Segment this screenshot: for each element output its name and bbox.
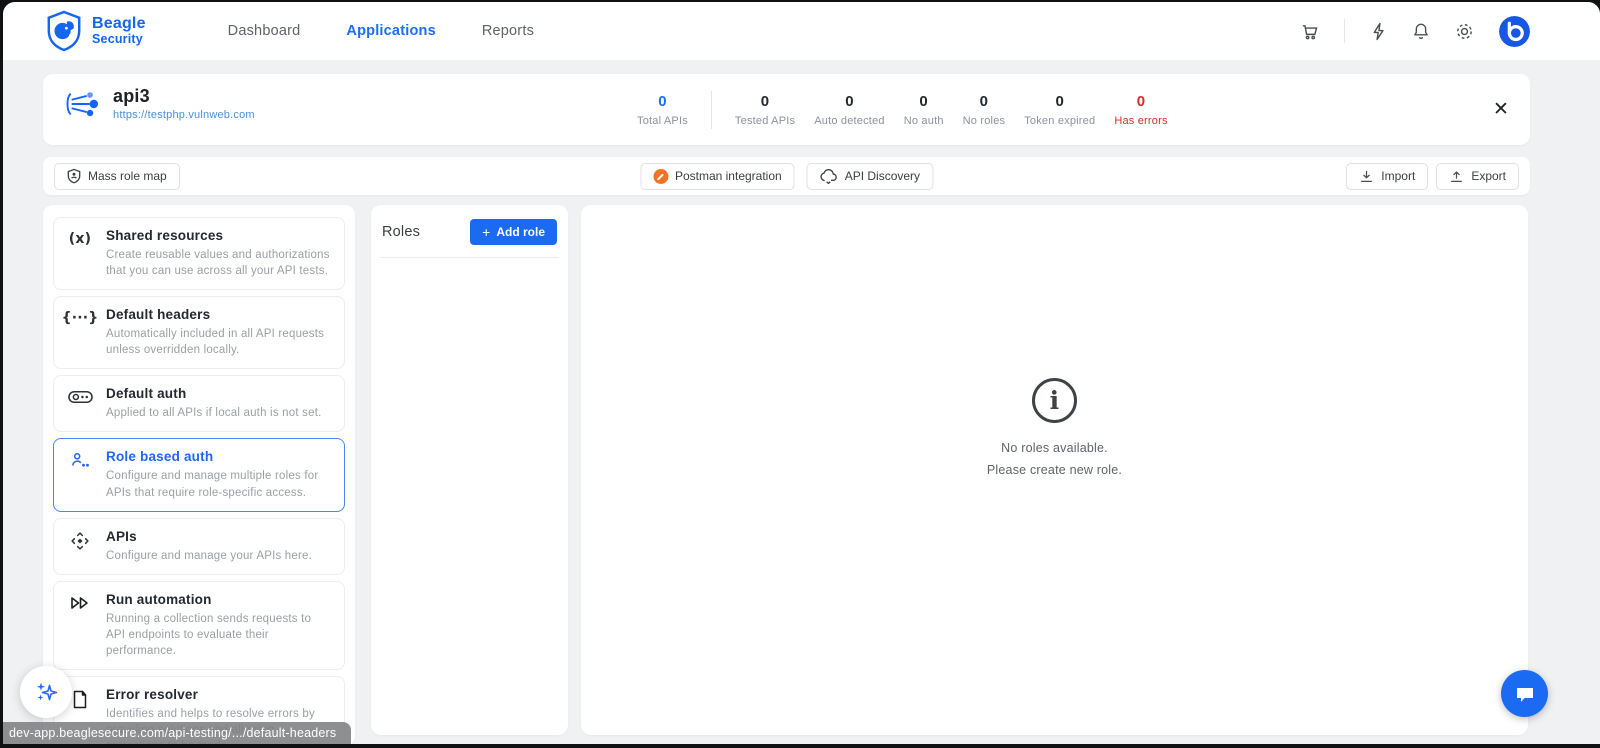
stat-token-expired: 0 Token expired [1024,92,1096,127]
nav-applications[interactable]: Applications [346,23,435,39]
default-headers-icon: {···} [61,310,99,327]
roles-panel: Roles + Add role [371,205,568,735]
export-button[interactable]: Export [1436,162,1519,190]
stat-auto-detected: 0 Auto detected [814,92,885,127]
close-icon[interactable]: ✕ [1486,94,1516,124]
add-role-button[interactable]: + Add role [470,219,557,245]
sidebar-item-default-auth[interactable]: Default auth Applied to all APIs if loca… [53,375,345,433]
stat-no-auth: 0 No auth [903,92,944,127]
flash-icon[interactable] [1370,22,1387,41]
plus-icon: + [482,224,491,240]
stat-has-errors: 0 Has errors [1114,92,1168,127]
sidebar-item-role-based-auth[interactable]: Role based auth Configure and manage mul… [53,438,345,512]
default-auth-icon [66,386,94,421]
toolbar: Mass role map Postman integration API Di… [43,157,1530,195]
roles-content-panel: i No roles available. Please create new … [581,205,1528,735]
apis-icon [66,529,94,564]
beagle-security-logo[interactable]: Beagle Security [45,10,146,52]
sidebar-item-run-automation[interactable]: Run automation Running a collection send… [53,580,345,671]
roles-panel-divider [380,257,559,258]
account-avatar[interactable] [1499,15,1530,47]
stat-no-roles: 0 No roles [962,92,1006,127]
postman-integration-button[interactable]: Postman integration [639,162,795,190]
empty-state-line2: Please create new role. [986,463,1123,477]
mass-role-map-button[interactable]: Mass role map [54,162,180,190]
api-testing-sidebar: (x) Shared resources Create reusable val… [43,205,355,744]
sidebar-item-default-headers[interactable]: {···} Default headers Automatically incl… [53,296,345,370]
sidebar-item-apis[interactable]: APIs Configure and manage your APIs here… [53,517,345,575]
navbar-divider [1344,19,1345,43]
role-based-auth-icon [66,449,94,500]
bell-icon[interactable] [1412,22,1430,41]
application-header-card: api3 https://testphp.vulnweb.com 0 Total… [43,74,1530,145]
application-title: api3 [113,86,150,106]
top-navbar: Beagle Security Dashboard Applications R… [3,2,1600,60]
brand-text: Beagle Security [92,15,146,46]
sidebar-item-shared-resources[interactable]: (x) Shared resources Create reusable val… [53,217,345,291]
app-window: Beagle Security Dashboard Applications R… [3,2,1600,744]
sparkles-icon [32,678,60,706]
api-stats-row: 0 Total APIs 0 Tested APIs 0 Auto detect… [637,74,1168,145]
cart-icon[interactable] [1300,22,1319,41]
download-icon [1359,169,1374,184]
application-identity: api3 https://testphp.vulnweb.com [63,86,255,121]
application-url-link[interactable]: https://testphp.vulnweb.com [113,109,255,121]
stat-total-apis: 0 Total APIs [637,92,688,127]
nav-reports[interactable]: Reports [482,23,534,39]
info-icon: i [1031,378,1077,424]
link-preview-statusbar: dev-app.beaglesecure.com/api-testing/...… [3,722,351,744]
roles-panel-title: Roles [382,224,421,240]
gear-icon[interactable] [1455,22,1474,41]
chat-widget-button[interactable] [1501,670,1548,717]
postman-icon [652,168,668,184]
cloud-icon [820,168,838,184]
nav-dashboard[interactable]: Dashboard [228,23,301,39]
upload-icon [1449,169,1464,184]
primary-nav: Dashboard Applications Reports [228,23,534,39]
beagle-shield-icon [45,10,83,52]
api-discovery-button[interactable]: API Discovery [806,162,934,190]
shared-resources-icon: (x) [68,231,92,247]
empty-state-line1: No roles available. [1001,441,1108,456]
ai-assistant-button[interactable] [20,666,72,718]
navbar-actions [1300,15,1530,47]
shield-person-icon [67,168,81,184]
stats-divider [710,90,712,129]
run-automation-icon [66,592,94,659]
api-project-icon [63,87,101,121]
empty-state: i No roles available. Please create new … [987,378,1122,482]
stat-tested-apis: 0 Tested APIs [734,92,796,127]
import-button[interactable]: Import [1346,162,1429,190]
chat-bubble-icon [1514,684,1536,704]
